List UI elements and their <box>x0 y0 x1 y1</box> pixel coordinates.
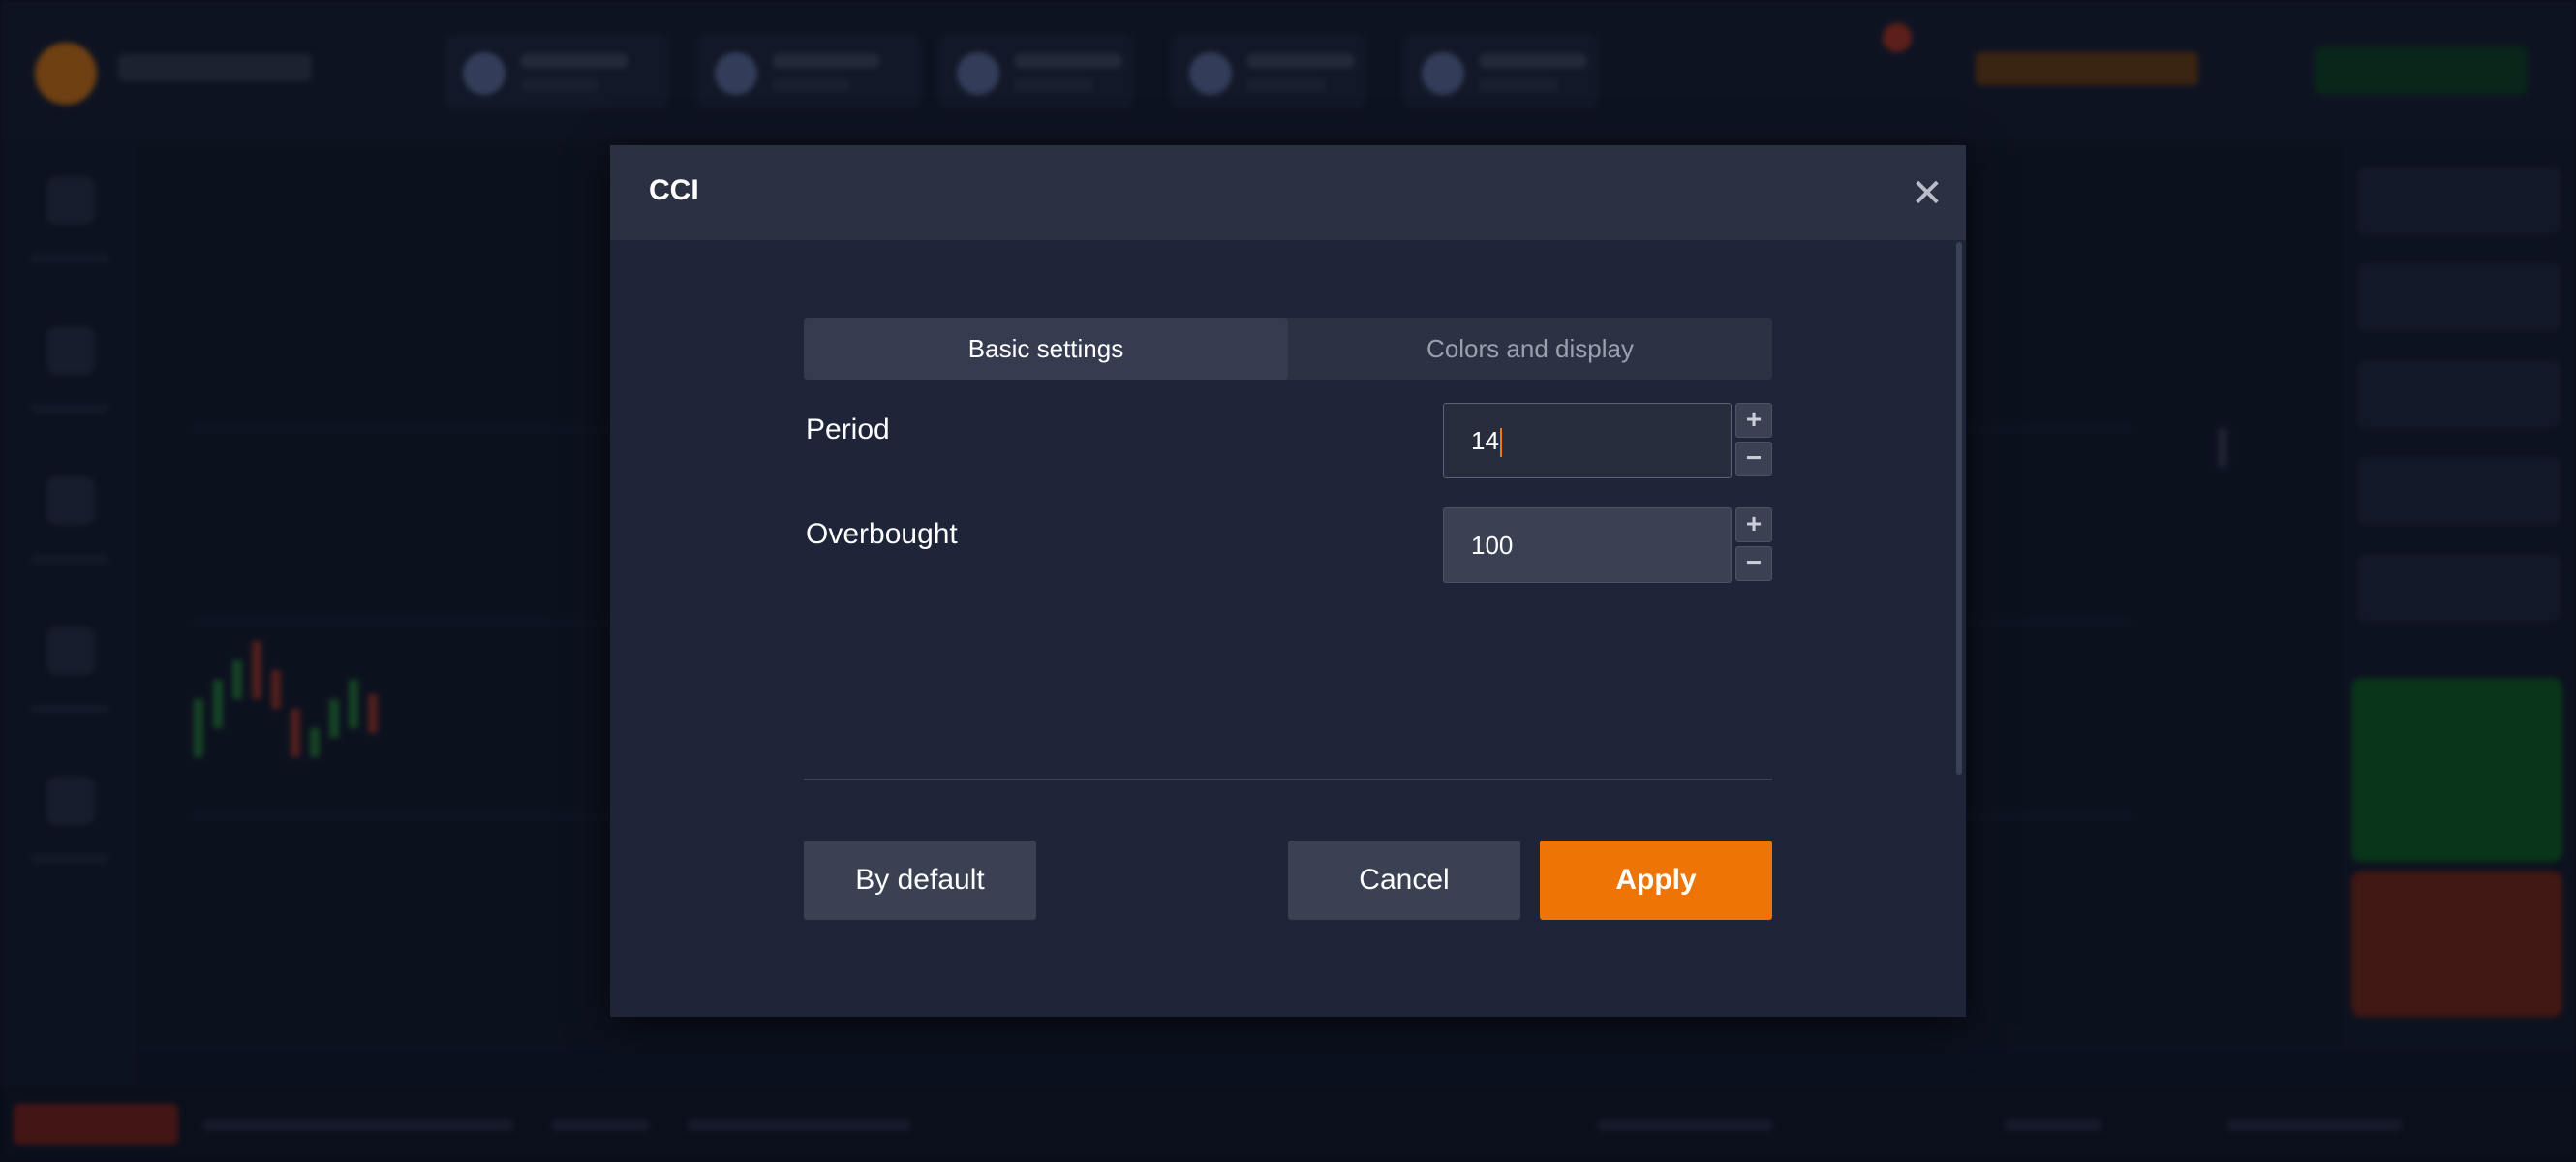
close-icon[interactable]: ✕ <box>1908 174 1947 213</box>
period-input[interactable]: 14 <box>1443 403 1732 478</box>
settings-tabs: Basic settings Colors and display <box>804 318 1772 380</box>
overbought-label: Overbought <box>806 518 958 550</box>
period-increment-button[interactable]: + <box>1735 403 1772 438</box>
indicator-settings-dialog: CCI ✕ Basic settings Colors and display … <box>610 145 1966 1017</box>
period-decrement-button[interactable]: − <box>1735 442 1772 476</box>
dialog-scrollbar[interactable] <box>1956 242 1962 775</box>
by-default-button[interactable]: By default <box>804 841 1036 920</box>
overbought-decrement-button[interactable]: − <box>1735 546 1772 581</box>
period-value: 14 <box>1471 426 1499 455</box>
overbought-value: 100 <box>1471 531 1514 560</box>
tab-basic-settings[interactable]: Basic settings <box>804 318 1288 380</box>
divider <box>804 779 1772 780</box>
apply-button[interactable]: Apply <box>1540 841 1772 920</box>
cancel-button[interactable]: Cancel <box>1288 841 1520 920</box>
dialog-title: CCI <box>649 174 699 206</box>
tab-colors-and-display[interactable]: Colors and display <box>1288 318 1772 380</box>
text-caret <box>1499 428 1502 458</box>
overbought-increment-button[interactable]: + <box>1735 507 1772 542</box>
dialog-header: CCI ✕ <box>610 145 1966 240</box>
overbought-input[interactable]: 100 <box>1443 507 1732 583</box>
period-label: Period <box>806 413 890 445</box>
